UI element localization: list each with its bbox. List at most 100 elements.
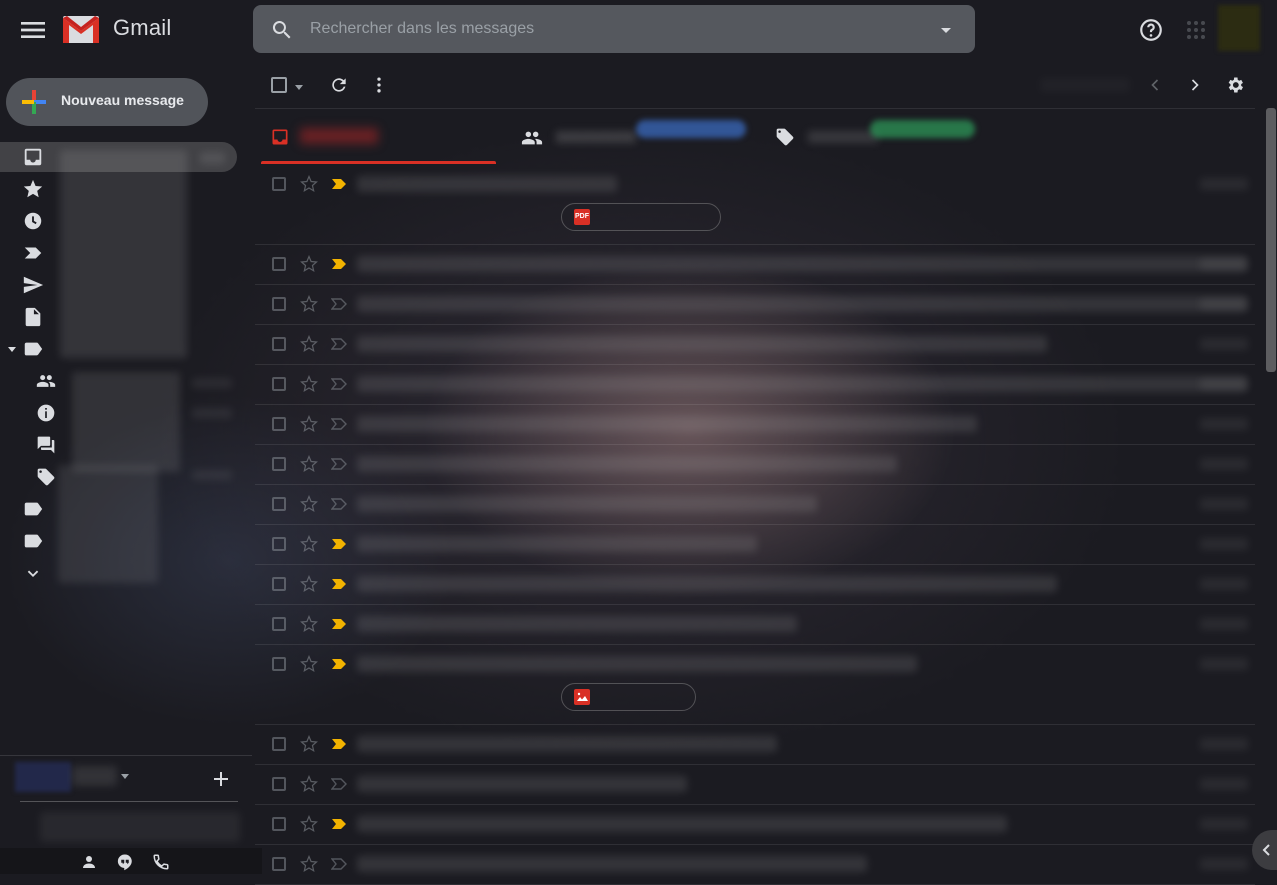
star-toggle-icon[interactable] [300,815,318,833]
importance-marker-icon[interactable] [331,458,347,470]
category-counts-redacted [192,378,232,388]
star-toggle-icon[interactable] [300,735,318,753]
star-toggle-icon[interactable] [300,415,318,433]
settings-gear-icon[interactable] [1225,75,1245,95]
importance-marker-icon[interactable] [331,738,347,750]
row-checkbox[interactable] [272,657,286,671]
important-icon[interactable] [22,242,44,264]
select-all-checkbox[interactable] [271,77,287,93]
row-checkbox[interactable] [272,617,286,631]
message-date-redacted [1200,298,1248,310]
row-checkbox[interactable] [272,337,286,351]
search-icon[interactable] [270,18,294,42]
main-menu-icon[interactable] [17,14,49,46]
contacts-icon[interactable] [80,853,98,871]
importance-marker-icon[interactable] [331,298,347,310]
importance-marker-icon[interactable] [331,578,347,590]
more-options-icon[interactable] [369,75,389,95]
importance-marker-icon[interactable] [331,818,347,830]
row-checkbox[interactable] [272,537,286,551]
promotions-icon[interactable] [36,467,56,487]
star-toggle-icon[interactable] [300,655,318,673]
google-apps-icon[interactable] [1185,19,1207,41]
importance-marker-icon[interactable] [331,498,347,510]
next-page-icon[interactable] [1185,75,1205,95]
message-date-redacted [1200,618,1248,630]
star-toggle-icon[interactable] [300,575,318,593]
star-toggle-icon[interactable] [300,455,318,473]
star-toggle-icon[interactable] [300,535,318,553]
importance-marker-icon[interactable] [331,618,347,630]
select-options-dropdown-icon[interactable] [292,80,306,94]
more-labels-chevron-icon[interactable] [22,562,44,584]
forums-icon[interactable] [36,435,56,455]
row-checkbox[interactable] [272,857,286,871]
category-counts-redacted [192,470,232,480]
inbox-icon[interactable] [22,146,44,168]
star-toggle-icon[interactable] [300,495,318,513]
search-options-dropdown-icon[interactable] [934,18,958,42]
row-checkbox[interactable] [272,417,286,431]
message-date-redacted [1200,418,1248,430]
hangouts-icon[interactable] [116,853,134,871]
star-toggle-icon[interactable] [300,255,318,273]
message-date-redacted [1200,258,1248,270]
star-toggle-icon[interactable] [300,175,318,193]
help-icon[interactable] [1138,17,1164,43]
categories-icon[interactable] [22,338,44,360]
hangouts-avatar[interactable] [15,762,71,792]
star-toggle-icon[interactable] [300,775,318,793]
label-icon[interactable] [22,530,44,552]
attachment-chip-pdf[interactable]: PDF [561,203,721,231]
star-toggle-icon[interactable] [300,855,318,873]
importance-marker-icon[interactable] [331,778,347,790]
importance-marker-icon[interactable] [331,658,347,670]
gmail-logo-icon[interactable] [62,15,100,44]
star-toggle-icon[interactable] [300,335,318,353]
row-checkbox[interactable] [272,177,286,191]
message-list-scrollbar[interactable] [1266,108,1276,372]
hangouts-status-dropdown-icon[interactable] [119,770,131,782]
importance-marker-icon[interactable] [331,378,347,390]
drafts-icon[interactable] [22,306,44,328]
snoozed-icon[interactable] [22,210,44,232]
row-checkbox[interactable] [272,737,286,751]
row-checkbox[interactable] [272,777,286,791]
message-date-redacted [1200,338,1248,350]
row-checkbox[interactable] [272,377,286,391]
label-icon[interactable] [22,498,44,520]
star-toggle-icon[interactable] [300,295,318,313]
row-checkbox[interactable] [272,257,286,271]
expand-categories-icon[interactable] [6,343,18,355]
star-toggle-icon[interactable] [300,615,318,633]
search-input[interactable] [310,17,910,41]
app-name[interactable]: Gmail [113,15,171,41]
refresh-icon[interactable] [329,75,349,95]
sent-icon[interactable] [22,274,44,296]
star-toggle-icon[interactable] [300,375,318,393]
row-checkbox[interactable] [272,457,286,471]
importance-marker-icon[interactable] [331,858,347,870]
row-checkbox[interactable] [272,297,286,311]
promotions-tab-tag-icon [776,128,794,146]
tab-primary[interactable] [261,109,496,164]
importance-marker-icon[interactable] [331,178,347,190]
message-content-redacted [357,536,757,552]
row-checkbox[interactable] [272,577,286,591]
hangouts-list-redacted [40,812,240,842]
row-checkbox[interactable] [272,497,286,511]
account-avatar[interactable] [1218,5,1260,51]
social-icon[interactable] [36,371,56,391]
importance-marker-icon[interactable] [331,338,347,350]
importance-marker-icon[interactable] [331,258,347,270]
message-content-redacted [357,256,1247,272]
star-icon[interactable] [22,178,44,200]
new-conversation-plus-icon[interactable] [212,770,230,788]
importance-marker-icon[interactable] [331,418,347,430]
attachment-chip-image[interactable] [561,683,696,711]
row-checkbox[interactable] [272,817,286,831]
importance-marker-icon[interactable] [331,538,347,550]
updates-icon[interactable] [36,403,56,423]
previous-page-icon[interactable] [1145,75,1165,95]
phone-icon[interactable] [152,853,170,871]
